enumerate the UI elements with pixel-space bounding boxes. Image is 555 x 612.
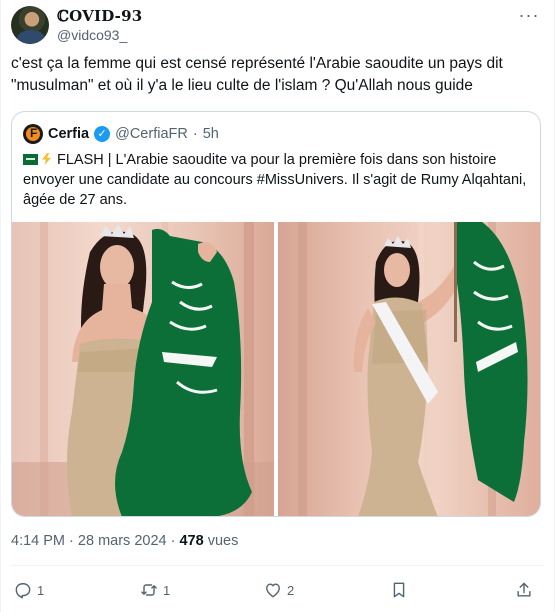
divider — [11, 565, 544, 566]
share-button[interactable] — [514, 576, 534, 604]
reply-icon — [15, 583, 31, 599]
author-avatar[interactable] — [11, 6, 49, 44]
tweet-text: c'est ça la femme qui est censé représen… — [11, 55, 503, 94]
photo-left-illustration — [12, 222, 274, 516]
author-display-name[interactable]: ℂOVID-93 — [57, 6, 142, 26]
tweet-actions: 1 1 2 — [11, 576, 541, 604]
quoted-media — [12, 222, 540, 516]
quoted-tweet-text-wrap: FLASH | L'Arabie saoudite va pour la pre… — [23, 150, 531, 210]
share-icon — [517, 582, 531, 597]
cerfia-avatar[interactable] — [23, 124, 43, 144]
tweet-metadata: 4:14 PM · 28 mars 2024 · 478 vues — [11, 533, 238, 549]
photo-right[interactable] — [278, 222, 540, 516]
quoted-separator: · — [192, 126, 198, 142]
flash-bolt-icon — [41, 153, 52, 165]
bookmark-button[interactable] — [389, 576, 409, 604]
heart-icon — [266, 583, 280, 598]
reply-count: 1 — [37, 582, 45, 598]
reply-button[interactable]: 1 — [13, 576, 44, 604]
author-handle[interactable]: @vidco93_ — [57, 26, 142, 44]
retweet-icon — [141, 584, 157, 596]
quoted-author-name[interactable]: Cerfia — [48, 126, 89, 142]
saudi-flag-icon — [23, 154, 38, 165]
meta-separator: · — [170, 533, 176, 549]
like-count: 2 — [287, 582, 295, 598]
tweet-header: ℂOVID-93 @vidco93_ ··· — [11, 6, 544, 46]
meta-separator: · — [69, 533, 74, 549]
tweet-time[interactable]: 4:14 PM — [11, 533, 65, 549]
quoted-tweet[interactable]: Cerfia ✓ @CerfiaFR · 5h FLASH | L'Arabie… — [11, 111, 541, 517]
verified-badge-icon: ✓ — [94, 126, 111, 142]
quoted-timestamp[interactable]: 5h — [203, 126, 219, 142]
author-block[interactable]: ℂOVID-93 @vidco93_ — [57, 6, 142, 44]
quoted-tweet-header: Cerfia ✓ @CerfiaFR · 5h — [23, 124, 219, 144]
more-options-icon[interactable]: ··· — [518, 6, 540, 26]
quoted-author-handle[interactable]: @CerfiaFR — [115, 126, 188, 142]
quoted-tweet-text: FLASH | L'Arabie saoudite va pour la pre… — [23, 152, 527, 208]
photo-left[interactable] — [12, 222, 274, 516]
like-button[interactable]: 2 — [263, 576, 294, 604]
views-label[interactable]: vues — [208, 533, 239, 549]
retweet-button[interactable]: 1 — [139, 576, 170, 604]
tweet-date[interactable]: 28 mars 2024 — [78, 533, 167, 549]
photo-right-illustration — [298, 222, 528, 516]
tweet: ℂOVID-93 @vidco93_ ··· c'est ça la femme… — [0, 0, 555, 612]
views-count[interactable]: 478 — [179, 533, 203, 549]
bookmark-icon — [393, 582, 405, 598]
retweet-count: 1 — [163, 582, 171, 598]
